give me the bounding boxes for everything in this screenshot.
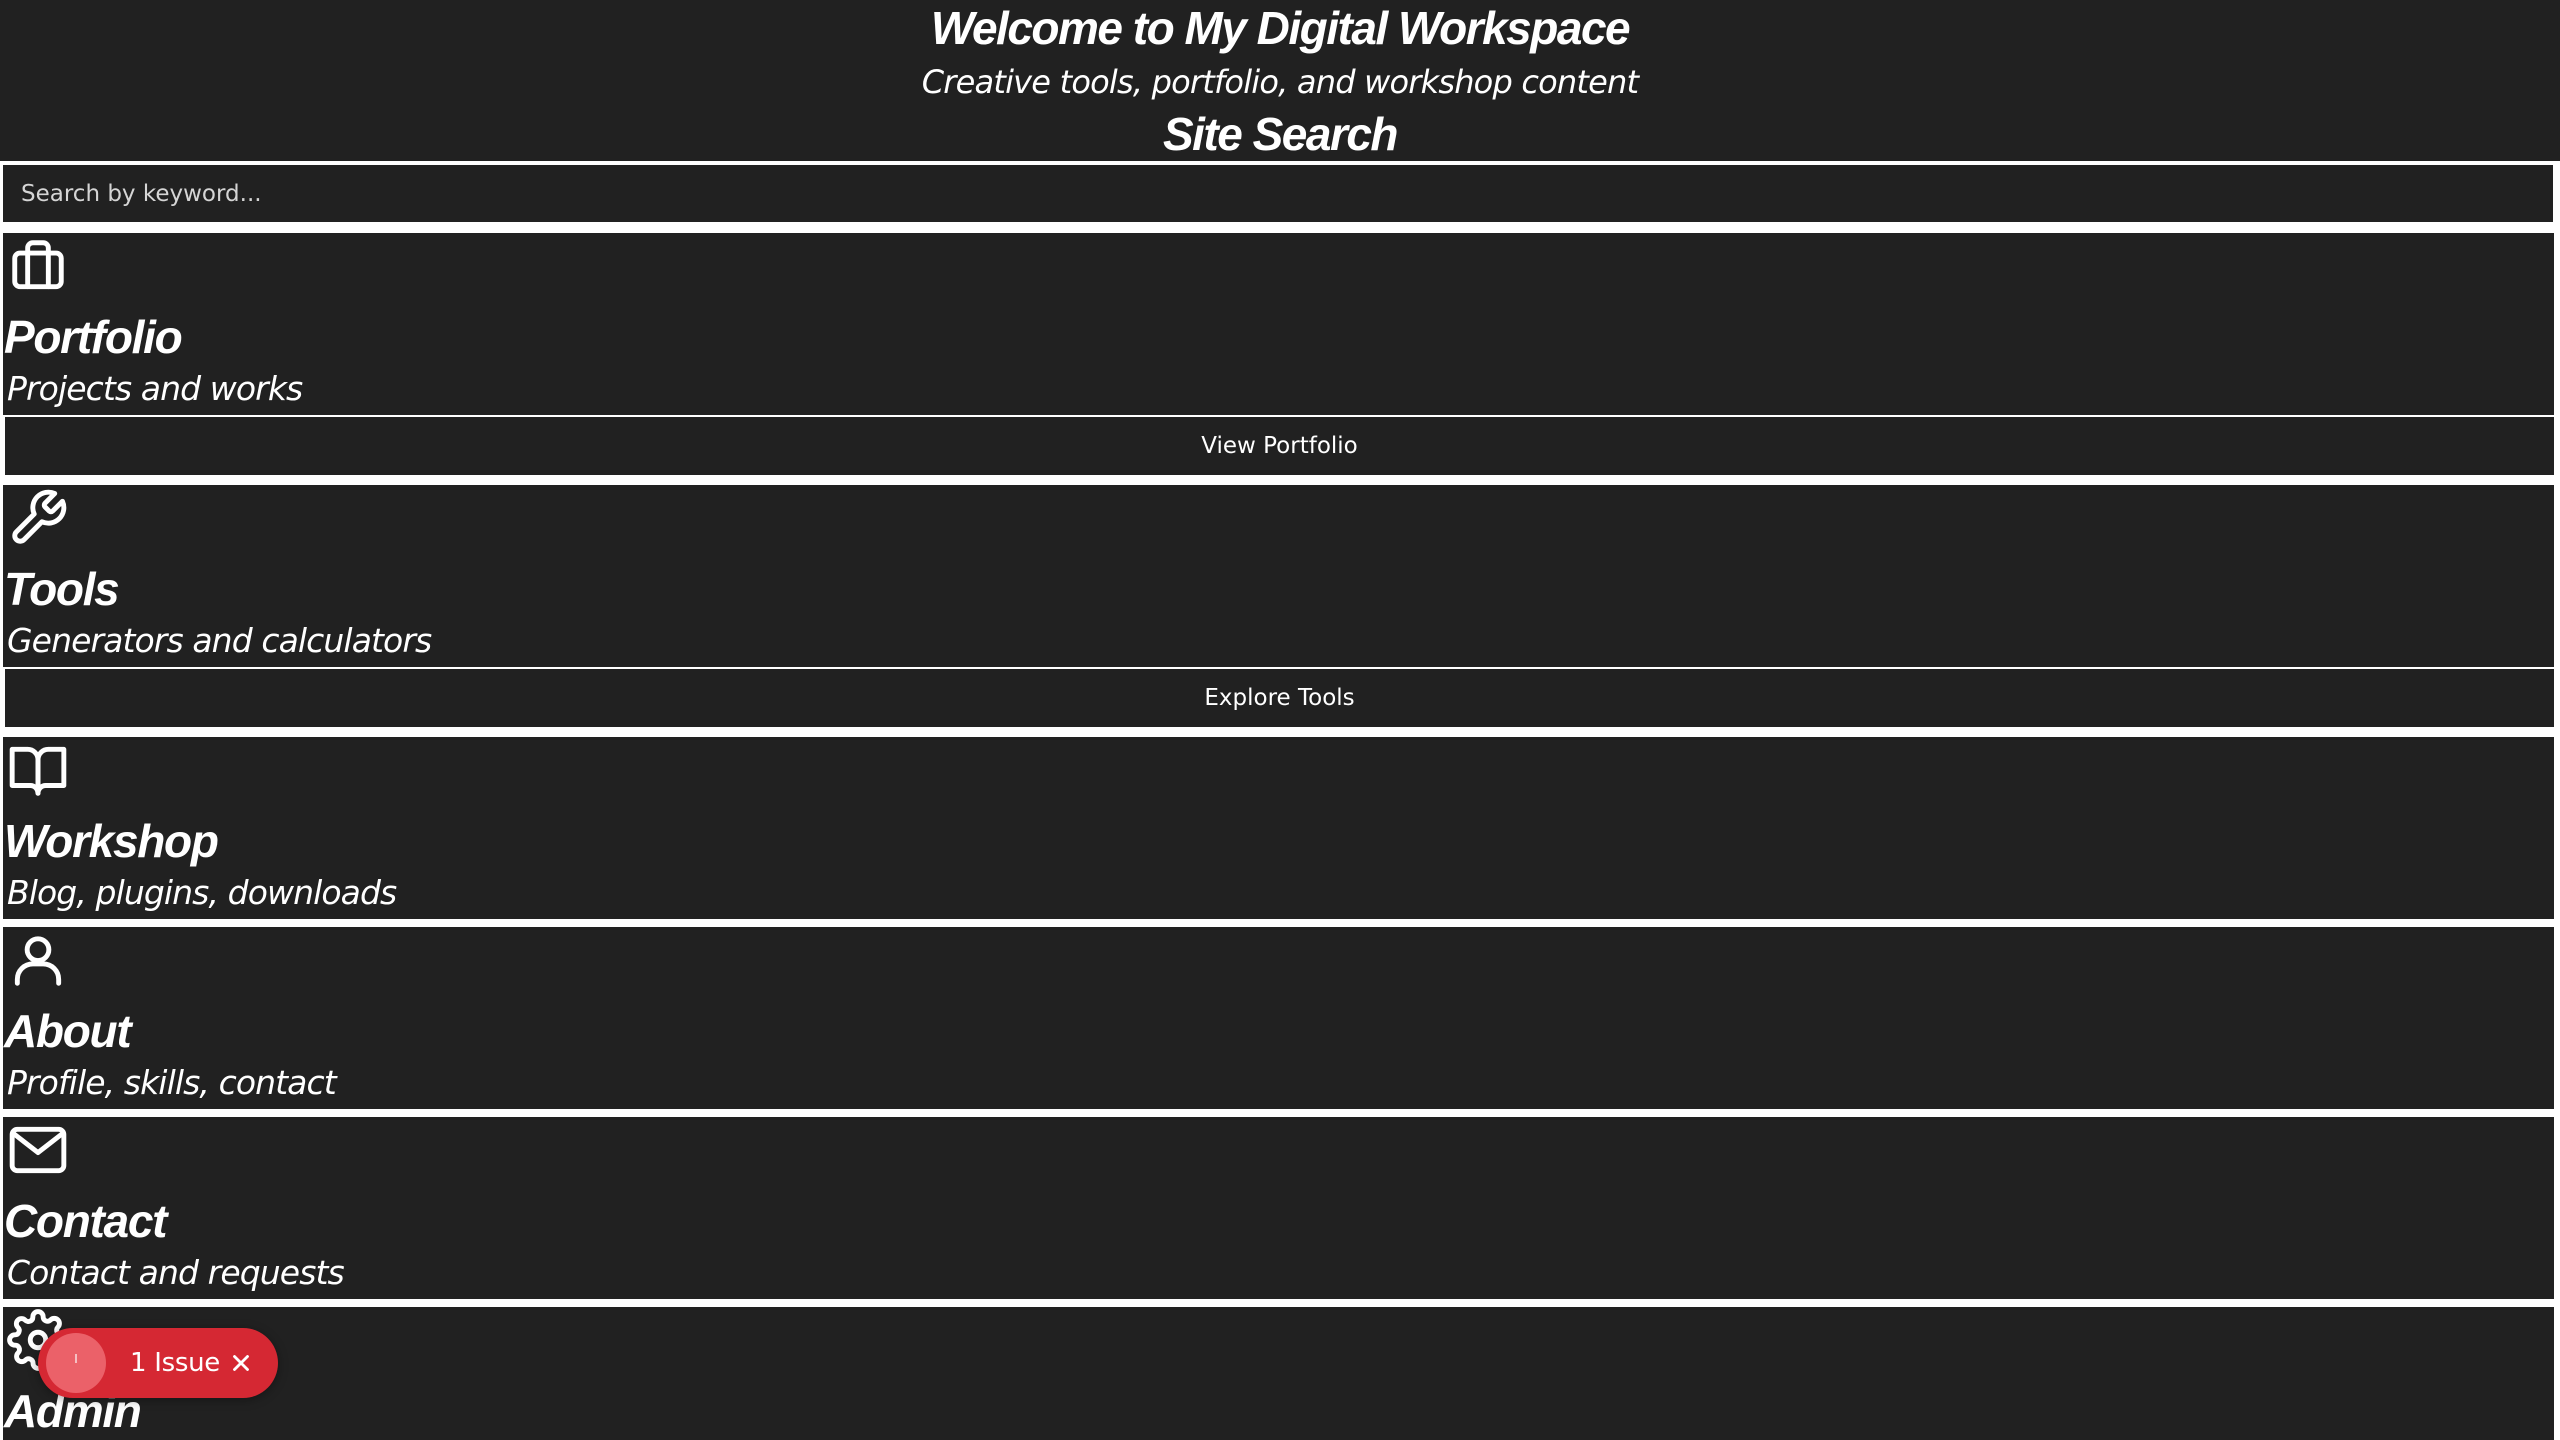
page: Welcome to My Digital Workspace Creative… [0,0,2560,1440]
card-title: Tools [4,563,120,615]
close-icon[interactable] [228,1350,254,1376]
issue-indicator-icon [46,1333,106,1393]
card-description: Generators and calculators [7,621,432,660]
page-title: Welcome to My Digital Workspace [930,2,1631,54]
portfolio-card[interactable]: Portfolio Projects and works [3,233,2554,415]
card-description: Projects and works [7,369,303,408]
card-description: Contact and requests [7,1253,345,1292]
wrench-icon [7,487,69,549]
card-title: About [4,1005,132,1057]
tools-card[interactable]: Tools Generators and calculators [3,485,2554,667]
search-bar [3,165,2553,222]
issues-badge[interactable]: 1 Issue [38,1328,278,1398]
card-title: Contact [4,1195,167,1247]
card-description: Profile, skills, contact [7,1063,337,1102]
mail-icon [7,1119,69,1181]
workshop-card[interactable]: Workshop Blog, plugins, downloads [3,737,2554,919]
card-title: Portfolio [4,311,183,363]
about-card[interactable]: About Profile, skills, contact [3,927,2554,1109]
search-heading: Site Search [1162,108,1399,160]
contact-card[interactable]: Contact Contact and requests [3,1117,2554,1299]
site-header: Welcome to My Digital Workspace Creative… [0,0,2560,161]
card-description: Blog, plugins, downloads [7,873,397,912]
briefcase-icon [7,235,69,297]
issue-count-label: 1 Issue [130,1348,220,1378]
admin-card[interactable]: Admin [3,1307,2554,1440]
user-icon [7,929,69,991]
explore-tools-button[interactable]: Explore Tools [5,669,2554,727]
search-input[interactable] [3,165,2553,222]
book-icon [7,739,69,801]
view-portfolio-button[interactable]: View Portfolio [5,417,2554,475]
card-title: Workshop [4,815,219,867]
page-subtitle: Creative tools, portfolio, and workshop … [921,63,1639,101]
